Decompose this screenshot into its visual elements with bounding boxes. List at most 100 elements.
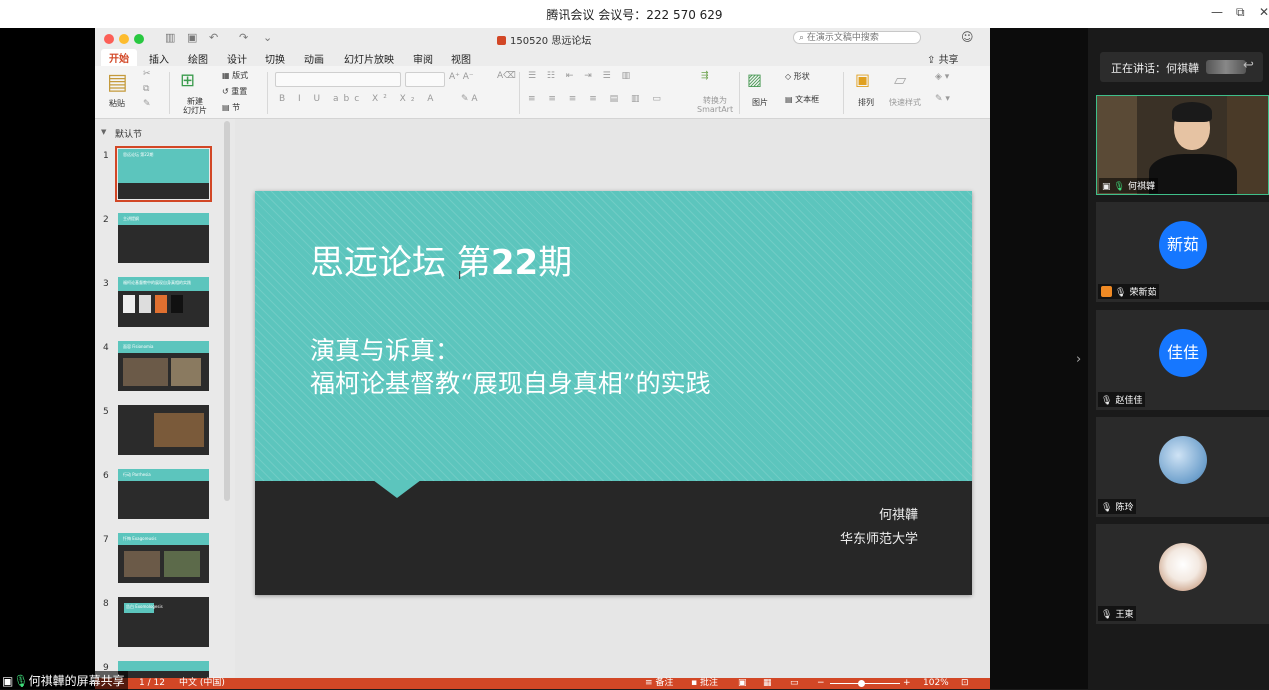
participant-tile[interactable]: 新茹 🎙 荣新茹 [1096, 202, 1269, 302]
font-size-select[interactable] [405, 72, 445, 87]
redo-icon[interactable]: ↷ [239, 31, 248, 44]
slide-thumbnail-8[interactable]: 告白 Exomologesis [118, 597, 209, 647]
back-arrow-icon[interactable]: ↩ [1243, 58, 1254, 73]
tab-insert[interactable]: 插入 [149, 51, 169, 66]
tab-view[interactable]: 视图 [451, 51, 471, 66]
tab-design[interactable]: 设计 [227, 51, 247, 66]
thumb-number: 7 [103, 535, 109, 545]
language-indicator[interactable]: 中文 (中国) [179, 678, 225, 689]
ribbon-divider [519, 72, 520, 114]
collapse-section-icon[interactable]: ▼ [101, 128, 106, 136]
list-icons[interactable]: ☰ ☷ ⇤ ⇥ ☰ ▥ [528, 71, 634, 81]
zoom-slider[interactable] [830, 683, 900, 684]
new-slide-button[interactable]: 新建 幻灯片 [183, 97, 207, 115]
format-painter-icon[interactable]: ✎ [143, 99, 151, 109]
paste-button[interactable]: 粘贴 [109, 98, 125, 109]
highlight-icon[interactable]: ✎ A [461, 94, 478, 104]
section-button[interactable]: ▤ 节 [222, 102, 240, 113]
participant-label: ▣ 🎙 何祺韡 [1099, 178, 1158, 193]
powerpoint-file-icon [497, 36, 506, 45]
slide-thumbnail-2[interactable]: 主讲提纲 [118, 213, 209, 263]
picture-button[interactable]: 图片 [752, 97, 768, 108]
close-button[interactable]: ✕ [1259, 5, 1269, 19]
fill-icon[interactable]: ◈ ▾ [935, 72, 949, 82]
font-family-select[interactable] [275, 72, 401, 87]
thumb-number: 5 [103, 407, 109, 417]
save-icon[interactable]: ▣ [187, 31, 197, 44]
tab-draw[interactable]: 绘图 [188, 51, 208, 66]
share-button[interactable]: ⇪ 共享 [927, 51, 959, 66]
shape-button[interactable]: ◇ 形状 [785, 71, 810, 82]
minimize-button[interactable]: — [1211, 5, 1223, 19]
slide-author-block[interactable]: 何祺韡 华东师范大学 [840, 504, 918, 552]
grow-font-icon[interactable]: A⁺ A⁻ [449, 72, 474, 82]
zoom-light[interactable] [134, 34, 144, 44]
participant-tile[interactable]: 佳佳 🎙 赵佳佳 [1096, 310, 1269, 410]
arrange-button[interactable]: 排列 [858, 97, 874, 108]
textbox-button[interactable]: ▤ 文本框 [785, 94, 819, 105]
slide-thumbnail-5[interactable] [118, 405, 209, 455]
current-slide[interactable]: 思远论坛 第22期 I 演真与诉真： 福柯论基督教“展现自身真相”的实践 何祺韡… [255, 191, 972, 595]
copy-icon[interactable]: ⧉ [143, 84, 149, 94]
speaker-video-feed [1149, 154, 1237, 194]
text-cursor-icon: I [458, 269, 462, 282]
participant-tile[interactable]: 🎙 王東 [1096, 524, 1269, 624]
expand-panel-icon[interactable]: › [1076, 352, 1081, 367]
quick-styles-icon[interactable]: ▱ [894, 70, 906, 89]
thumbnail-scrollbar[interactable] [224, 121, 230, 501]
outline-icon[interactable]: ✎ ▾ [935, 94, 950, 104]
minimize-light[interactable] [119, 34, 129, 44]
zoom-level[interactable]: 102% [923, 678, 949, 689]
participant-name: 赵佳佳 [1115, 396, 1143, 406]
cut-icon[interactable]: ✂ [143, 69, 151, 79]
restore-button[interactable]: ⧉ [1236, 5, 1245, 20]
notes-button[interactable]: ≡ 备注 [645, 678, 673, 689]
picture-icon[interactable]: ▨ [747, 70, 762, 89]
sidebar-toggle-icon[interactable]: ▥ [165, 31, 175, 44]
slide-thumbnail-4[interactable]: 面容 Fisionomia [118, 341, 209, 391]
fit-slide-icon[interactable]: ⊡ [961, 678, 969, 689]
smartart-icon[interactable]: ⇶ [701, 71, 709, 81]
participant-tile[interactable]: 🎙 陈玲 [1096, 417, 1269, 517]
paste-icon[interactable]: ▤ [107, 70, 128, 95]
slide-thumbnail-6[interactable]: 行动 Parrhesia [118, 469, 209, 519]
search-input[interactable]: ⌕ 在演示文稿中搜索 [793, 31, 921, 44]
ppt-status-bar: 1 / 12 中文 (中国) ≡ 备注 ▪ 批注 ▣ ▦ ▭ − + 102% … [95, 678, 990, 689]
ribbon-divider [843, 72, 844, 114]
tab-slideshow[interactable]: 幻灯片放映 [344, 51, 394, 66]
slide-thumbnail-3[interactable]: 福柯论基督教中的展现自身真相的实践 [118, 277, 209, 327]
share-left-margin [0, 28, 95, 689]
quick-styles-button[interactable]: 快速样式 [889, 97, 921, 108]
zoom-slider-knob[interactable] [858, 680, 865, 687]
reset-button[interactable]: ↺ 重置 [222, 86, 247, 97]
clear-format-icon[interactable]: A⌫ [497, 71, 516, 81]
undo-icon[interactable]: ↶ [209, 31, 218, 44]
slide-thumbnail-7[interactable]: 忏悔 Exagoreusis [118, 533, 209, 583]
slide-thumbnail-1[interactable]: 思远论坛 第22期 [115, 146, 212, 202]
feedback-smiley-icon[interactable]: ☺ [961, 30, 974, 44]
font-style-icons[interactable]: B I U abc X² X₂ A [279, 94, 438, 104]
new-slide-icon[interactable]: ⊞ [180, 70, 195, 91]
tab-transitions[interactable]: 切换 [265, 51, 285, 66]
arrange-icon[interactable]: ▣ [855, 70, 870, 89]
screen-share-label: ▣🎙何祺韡的屏幕共享 [0, 671, 128, 690]
zoom-out-icon[interactable]: − [817, 678, 825, 689]
slide-subtitle[interactable]: 演真与诉真： 福柯论基督教“展现自身真相”的实践 [310, 334, 711, 400]
normal-view-icon[interactable]: ▣ [738, 678, 747, 689]
reading-view-icon[interactable]: ▭ [790, 678, 799, 689]
customize-toolbar-icon[interactable]: ⌄ [263, 31, 272, 44]
slide-sorter-icon[interactable]: ▦ [763, 678, 772, 689]
tab-review[interactable]: 审阅 [413, 51, 433, 66]
share-label: 共享 [938, 55, 959, 66]
align-icons[interactable]: ≡ ≡ ≡ ≡ ▤ ▥ ▭ [528, 94, 666, 104]
mic-on-icon: 🎙 [13, 674, 29, 688]
convert-smartart-button[interactable]: 转换为 SmartArt [697, 96, 733, 114]
slide-title[interactable]: 思远论坛 第22期 [310, 235, 572, 284]
close-light[interactable] [104, 34, 114, 44]
tab-animations[interactable]: 动画 [304, 51, 324, 66]
participant-tile-video[interactable]: ▣ 🎙 何祺韡 [1096, 95, 1269, 195]
ribbon-tabs: 开始 插入 绘图 设计 切换 动画 幻灯片放映 审阅 视图 ⇪ 共享 [95, 48, 990, 68]
zoom-in-icon[interactable]: + [903, 678, 911, 689]
comments-button[interactable]: ▪ 批注 [691, 678, 718, 689]
layout-button[interactable]: ▦ 版式 [222, 70, 248, 81]
